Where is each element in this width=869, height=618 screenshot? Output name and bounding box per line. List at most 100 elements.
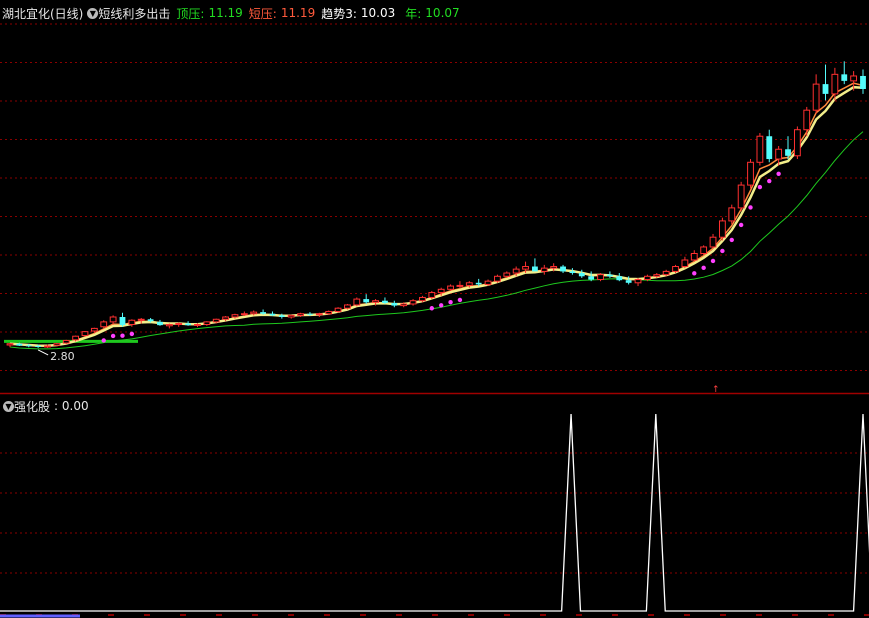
candle-body xyxy=(484,280,492,285)
up-chevron-icon: ↑ xyxy=(712,385,720,395)
candle-body xyxy=(165,323,173,327)
signal-dot xyxy=(748,205,753,210)
signal-dot xyxy=(101,338,106,343)
label-trend: 趋势3: xyxy=(321,6,357,21)
candle-body xyxy=(709,236,717,248)
stock-title: 湖北宜化(日线) xyxy=(2,6,84,21)
signal-dot xyxy=(776,171,781,176)
candle-body xyxy=(278,315,285,317)
candle-body xyxy=(81,331,89,337)
signal-dot xyxy=(120,333,125,338)
candle-body xyxy=(334,307,342,312)
candle-body xyxy=(157,321,163,326)
candle-body xyxy=(212,318,220,323)
candle-body xyxy=(344,304,351,309)
candle-body xyxy=(400,303,408,307)
candle-body xyxy=(540,267,548,272)
candle-body xyxy=(428,292,436,298)
candle-body xyxy=(72,335,80,341)
candle-body xyxy=(447,285,454,290)
value-year: 10.07 xyxy=(425,6,460,20)
signal-dot xyxy=(429,306,435,311)
chevron-down-icon[interactable]: ▼ xyxy=(3,400,14,412)
candle-body xyxy=(607,274,613,277)
candle-body xyxy=(287,314,295,318)
candle-body xyxy=(372,300,379,303)
candle-body xyxy=(109,316,117,323)
sub-chart-header: ▼ 强化股 : 0.00 xyxy=(0,396,89,416)
candle-body xyxy=(175,323,183,326)
signal-dot xyxy=(738,222,744,228)
indicator-name[interactable]: 短线利多出击 xyxy=(98,5,170,22)
signal-dot xyxy=(110,333,116,339)
low-marker-label: 2.80 xyxy=(50,350,75,363)
sub-indicator-name[interactable]: 强化股 xyxy=(14,398,50,415)
candle-body xyxy=(353,298,361,306)
candle-body xyxy=(803,109,811,131)
candle-body xyxy=(785,149,791,156)
candle-body xyxy=(512,268,520,274)
candle-body xyxy=(260,312,266,314)
signal-dot xyxy=(448,300,453,305)
candle-body xyxy=(137,318,145,321)
candle-body xyxy=(560,266,566,272)
candle-body xyxy=(831,73,839,95)
candle-body xyxy=(53,343,61,346)
candle-body xyxy=(588,276,595,280)
candle-body xyxy=(766,136,773,160)
candle-body xyxy=(522,266,529,270)
candle-body xyxy=(35,345,42,347)
candle-body xyxy=(6,343,14,346)
candle-body xyxy=(737,184,745,209)
candle-body xyxy=(185,323,192,326)
candle-body xyxy=(494,275,501,282)
candle-body xyxy=(860,75,866,89)
price-chart: 2.80 ↑ xyxy=(0,23,869,618)
candle-body xyxy=(597,274,604,281)
candle-body xyxy=(456,284,464,287)
candle-body xyxy=(793,129,801,157)
signal-dot xyxy=(757,184,763,190)
candle-body xyxy=(194,323,201,326)
candle-body xyxy=(203,321,211,325)
candle-body xyxy=(437,288,445,294)
candle-body xyxy=(690,252,698,261)
signal-dot xyxy=(720,248,725,254)
candle-body xyxy=(653,274,661,277)
candle-body xyxy=(475,282,482,285)
candle-body xyxy=(25,345,32,347)
signal-dot xyxy=(701,265,706,271)
signal-dot xyxy=(438,303,444,308)
signal-dot xyxy=(692,271,697,276)
candle-body xyxy=(90,327,98,332)
candle-body xyxy=(391,302,398,306)
chevron-down-icon[interactable]: ▼ xyxy=(87,7,99,19)
candle-body xyxy=(269,313,276,316)
candle-body xyxy=(662,270,670,276)
candle-body xyxy=(616,276,623,281)
candle-body xyxy=(569,271,576,274)
sub-indicator-value: : 0.00 xyxy=(54,399,89,413)
signal-dot xyxy=(710,258,716,264)
candle-body xyxy=(315,313,323,316)
candle-body xyxy=(297,313,304,316)
candle-body xyxy=(44,345,51,348)
low-marker-arrow xyxy=(37,349,49,356)
candle-body xyxy=(100,321,108,328)
candle-body xyxy=(747,161,754,186)
candle-body xyxy=(850,75,858,82)
candle-body xyxy=(465,282,473,286)
candle-body xyxy=(644,275,651,281)
candle-body xyxy=(812,83,820,111)
candle-body xyxy=(240,313,248,316)
signal-line xyxy=(0,413,869,612)
candle-body xyxy=(419,296,426,302)
candle-body xyxy=(841,74,848,81)
candle-body xyxy=(409,300,417,305)
signal-dot xyxy=(729,237,734,243)
candle-body xyxy=(231,314,239,318)
label-short-pressure: 短压: xyxy=(248,6,277,21)
signal-dot xyxy=(457,297,463,303)
value-short-pressure: 11.19 xyxy=(280,6,316,20)
candle-body xyxy=(325,310,333,315)
